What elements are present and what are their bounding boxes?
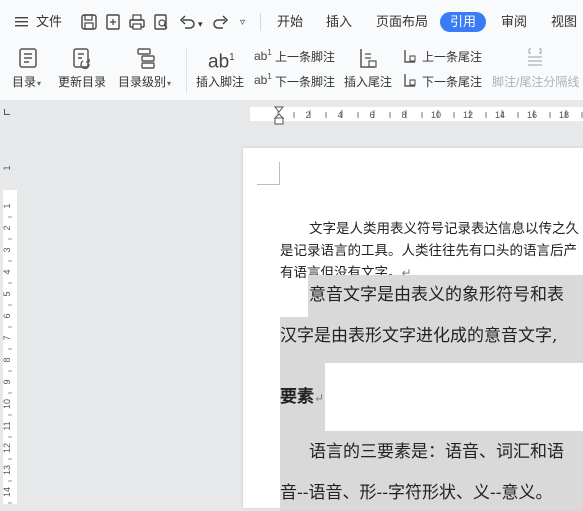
vertical-ruler-ticks: 11234567891011121314 bbox=[2, 165, 12, 504]
left-indent-marker-icon[interactable] bbox=[274, 106, 284, 126]
ruler-tick-label: 2 bbox=[305, 110, 310, 120]
paragraph-2-line-1[interactable]: 意音文字是由表义的象形符号和表 bbox=[309, 283, 564, 307]
toc-icon[interactable] bbox=[16, 46, 40, 70]
paragraph-3-line-2-text: 音--语音、形--字符形状、义--意义。 bbox=[280, 483, 553, 503]
prev-endnote-icon[interactable] bbox=[402, 48, 418, 64]
tab-view[interactable]: 视图 bbox=[551, 13, 577, 31]
ruler-tick-label: 5 bbox=[2, 291, 12, 296]
ruler-tick-label: 14 bbox=[2, 487, 12, 497]
redo-icon[interactable] bbox=[212, 13, 230, 31]
note-separator-icon[interactable] bbox=[524, 46, 546, 70]
menubar-divider bbox=[260, 13, 261, 31]
section-heading[interactable]: 要素↵ bbox=[280, 385, 324, 410]
vertical-ruler[interactable]: 1 1 2 3 4 5 6 7 8 9 10 11 12 13 14 bbox=[0, 126, 20, 504]
prev-footnote-icon[interactable]: ab1 bbox=[254, 48, 272, 63]
ruler-tick-label: 9 bbox=[2, 379, 12, 384]
ruler-tick-label: 11 bbox=[2, 421, 12, 430]
ruler-tick-label: 6 bbox=[2, 313, 12, 318]
references-ribbon: 目录▾ 更新目录 目录级别▾ ab1 插入脚注 ab1 上一条脚注 ab1 下一… bbox=[0, 44, 583, 101]
insert-footnote-icon[interactable]: ab1 bbox=[208, 47, 235, 73]
toc-level-label: 目录级别 bbox=[118, 75, 167, 89]
ruler-tick-label: 1 bbox=[2, 203, 12, 208]
insert-endnote-button[interactable]: 插入尾注 bbox=[344, 74, 392, 90]
print-preview-icon[interactable] bbox=[152, 13, 170, 31]
tab-review[interactable]: 审阅 bbox=[501, 13, 527, 31]
save-icon[interactable] bbox=[80, 13, 98, 31]
paragraph-3-line-2[interactable]: 音--语音、形--字符形状、义--意义。 bbox=[280, 481, 552, 505]
update-toc-icon[interactable] bbox=[70, 46, 94, 70]
ruler-tick-label: 4 bbox=[2, 269, 12, 274]
ruler-tick-label: 7 bbox=[2, 335, 12, 340]
customize-toolbar-icon[interactable]: ▿ bbox=[240, 13, 245, 33]
ruler-tick-label: 3 bbox=[2, 247, 12, 252]
print-icon[interactable] bbox=[128, 13, 146, 31]
paragraph-3-line-1-text: 语言的三要素是：语音、词汇和语 bbox=[309, 442, 564, 462]
paragraph-3-line-1[interactable]: 语言的三要素是：语音、词汇和语 bbox=[309, 440, 564, 464]
export-pdf-icon[interactable] bbox=[104, 13, 122, 31]
horizontal-ruler-ticks: 2 4 6 8 10 12 14 16 18 bbox=[277, 110, 583, 120]
ruler-tick-label: 10 bbox=[2, 399, 12, 409]
paragraph-2-line-2[interactable]: 汉字是由表形文字进化成的意音文字, bbox=[280, 324, 557, 348]
next-footnote-icon[interactable]: ab1 bbox=[254, 72, 272, 87]
menu-bar: 文件 ▾ ▿ 开始 插入 页面布局 引用 审阅 视图 bbox=[0, 0, 583, 44]
tab-references[interactable]: 引用 bbox=[440, 12, 487, 32]
note-separator-button[interactable]: 脚注/尾注分隔线 bbox=[492, 74, 579, 90]
hamburger-menu-icon[interactable] bbox=[14, 15, 30, 29]
paragraph-1-line-2[interactable]: 是记录语言的工具。人类往往先有口头的语言后产 bbox=[280, 240, 577, 262]
paragraph-2-line-2-text: 汉字是由表形文字进化成的意音文字, bbox=[280, 326, 558, 346]
toc-level-button[interactable]: 目录级别▾ bbox=[118, 74, 171, 92]
horizontal-ruler[interactable]: 2 4 6 8 10 12 14 16 18 bbox=[0, 100, 583, 126]
undo-dropdown-icon[interactable]: ▾ bbox=[198, 14, 203, 34]
ribbon-divider bbox=[186, 48, 187, 94]
paragraph-1-line-1[interactable]: 文字是人类用表义符号记录表达信息以传之久 bbox=[309, 218, 579, 240]
toc-button[interactable]: 目录▾ bbox=[12, 74, 41, 92]
insert-endnote-icon[interactable] bbox=[356, 46, 380, 70]
ruler-tick-label: 18 bbox=[559, 110, 569, 120]
ruler-tick-label: 14 bbox=[495, 110, 505, 120]
undo-icon[interactable] bbox=[178, 13, 196, 31]
update-toc-button[interactable]: 更新目录 bbox=[58, 74, 106, 90]
next-footnote-button[interactable]: 下一条脚注 bbox=[275, 74, 335, 90]
paragraph-mark-icon: ↵ bbox=[314, 391, 325, 405]
paragraph-2-line-1-text: 意音文字是由表义的象形符号和表 bbox=[309, 285, 564, 305]
margin-corner-mark bbox=[257, 162, 280, 185]
ruler-tick-label: 12 bbox=[2, 443, 12, 453]
toc-dropdown-icon: ▾ bbox=[37, 79, 42, 88]
paragraph-1-line-1-text: 文字是人类用表义符号记录表达信息以传之久 bbox=[309, 221, 579, 236]
ruler-tick-label: 1 bbox=[2, 165, 12, 170]
paragraph-1-line-2-text: 是记录语言的工具。人类往往先有口头的语言后产 bbox=[280, 243, 577, 258]
prev-endnote-button[interactable]: 上一条尾注 bbox=[422, 49, 482, 65]
ruler-tick-label: 6 bbox=[369, 110, 374, 120]
ruler-tick-label: 8 bbox=[2, 357, 12, 362]
ruler-tick-label: 12 bbox=[463, 110, 473, 120]
toc-level-icon[interactable] bbox=[134, 46, 158, 70]
ruler-tick-label: 10 bbox=[431, 110, 441, 120]
ruler-tick-label: 16 bbox=[527, 110, 537, 120]
prev-footnote-button[interactable]: 上一条脚注 bbox=[275, 49, 335, 65]
ruler-tick-label: 2 bbox=[2, 225, 12, 230]
ruler-tick-label: 13 bbox=[2, 465, 12, 475]
next-endnote-button[interactable]: 下一条尾注 bbox=[422, 74, 482, 90]
file-menu[interactable]: 文件 bbox=[36, 12, 62, 32]
tab-insert[interactable]: 插入 bbox=[326, 13, 352, 31]
toc-level-dropdown-icon: ▾ bbox=[167, 79, 172, 88]
ruler-tick-label: 8 bbox=[401, 110, 406, 120]
tab-home[interactable]: 开始 bbox=[277, 13, 303, 31]
document-page[interactable]: 文字是人类用表义符号记录表达信息以传之久 是记录语言的工具。人类往往先有口头的语… bbox=[243, 148, 583, 511]
next-endnote-icon[interactable] bbox=[402, 72, 418, 88]
toc-label: 目录 bbox=[12, 75, 37, 89]
ruler-tick-label: 4 bbox=[337, 110, 342, 120]
section-heading-text: 要素 bbox=[280, 387, 314, 407]
insert-footnote-button[interactable]: 插入脚注 bbox=[196, 74, 244, 90]
tab-page-layout[interactable]: 页面布局 bbox=[376, 13, 428, 31]
